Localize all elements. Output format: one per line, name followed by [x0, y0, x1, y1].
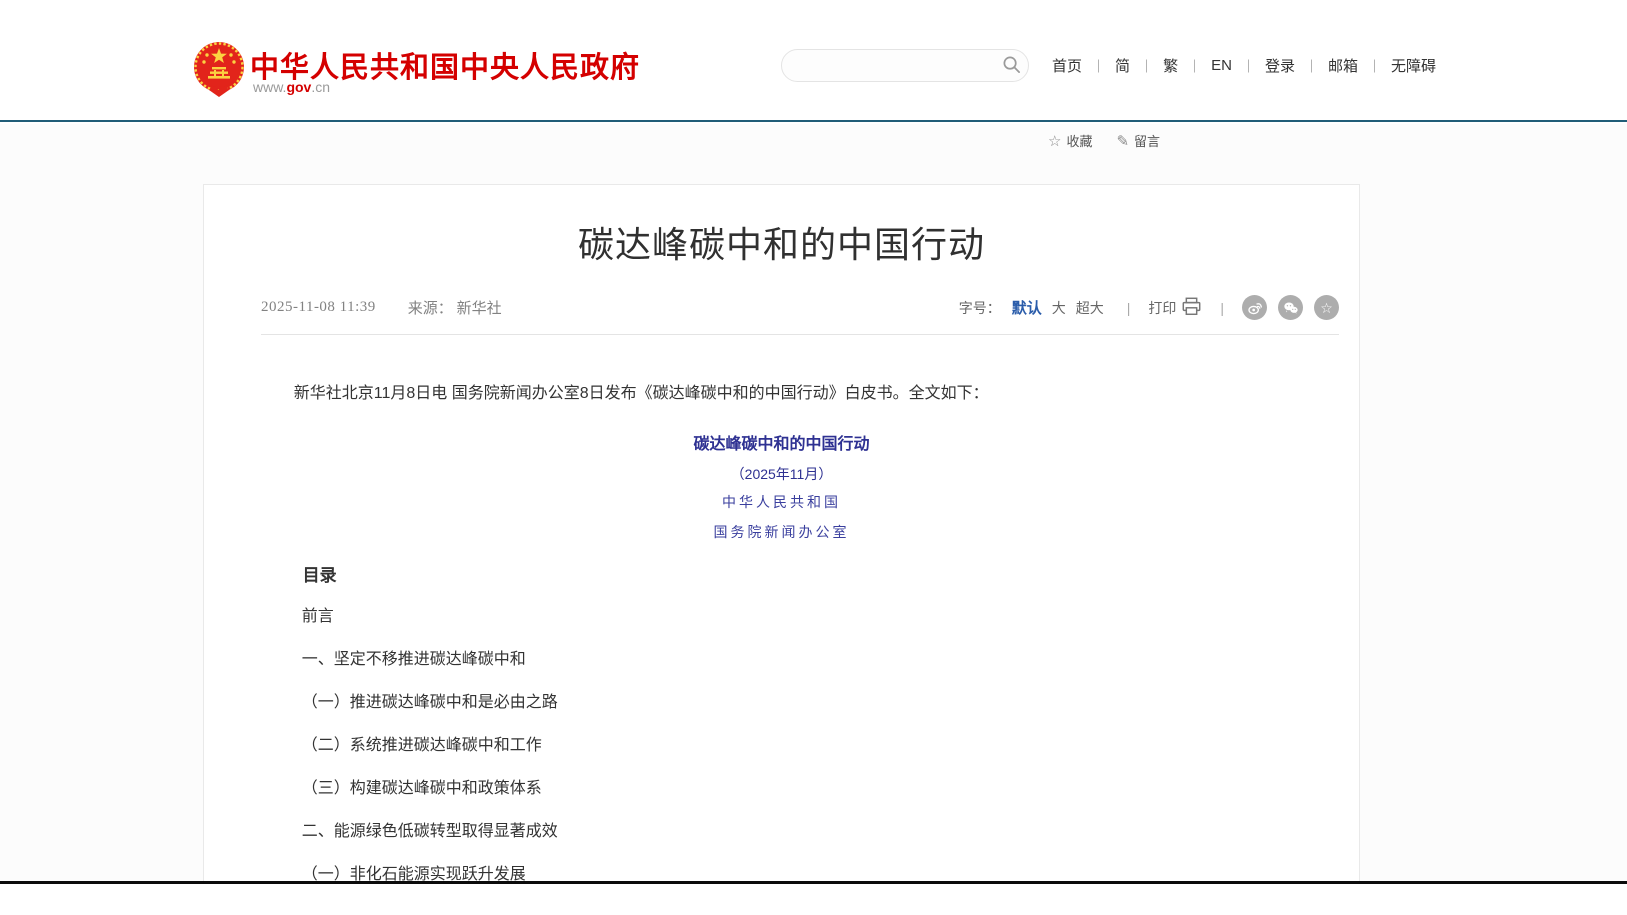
site-url-cn: .cn: [311, 79, 330, 95]
nav-separator: ｜: [1188, 56, 1201, 75]
nav-item-traditional-chinese[interactable]: 繁: [1153, 55, 1188, 76]
source-label: 来源：: [408, 301, 453, 317]
site-url: www.gov.cn: [253, 79, 330, 95]
article-title: 碳达峰碳中和的中国行动: [204, 223, 1359, 267]
favorite-button[interactable]: ☆ 收藏: [1048, 131, 1092, 150]
nav-item-accessibility[interactable]: 无障碍: [1381, 55, 1446, 76]
favorite-share-icon[interactable]: ☆: [1314, 295, 1339, 320]
search-input[interactable]: [782, 58, 994, 74]
lead-paragraph: 新华社北京11月8日电 国务院新闻办公室8日发布《碳达峰碳中和的中国行动》白皮书…: [289, 381, 1274, 407]
nav-item-login[interactable]: 登录: [1255, 55, 1305, 76]
toc-item: 前言: [289, 605, 1274, 629]
document-org-line1: 中华人民共和国: [289, 493, 1274, 515]
nav-item-home[interactable]: 首页: [1042, 55, 1092, 76]
document-date: （2025年11月）: [289, 463, 1274, 485]
nav-item-mail[interactable]: 邮箱: [1318, 55, 1368, 76]
printer-icon: [1181, 297, 1202, 319]
font-size-xlarge-button[interactable]: 超大: [1071, 298, 1109, 318]
site-url-www: www.: [253, 79, 286, 95]
toc-item: 一、坚定不移推进碳达峰碳中和: [289, 648, 1274, 672]
top-nav: 首页｜简｜繁｜EN｜登录｜邮箱｜无障碍: [1042, 55, 1446, 76]
font-size-default-button[interactable]: 默认: [1007, 297, 1047, 318]
comment-button[interactable]: ✎ 留言: [1116, 131, 1160, 150]
star-icon: ☆: [1320, 301, 1333, 315]
article-meta-row: 2025-11-08 11:39 来源： 新华社 字号： 默认 大 超大 | 打…: [261, 295, 1339, 335]
site-header: 中华人民共和国中央人民政府 www.gov.cn 首页｜简｜繁｜EN｜登录｜邮箱…: [0, 0, 1627, 122]
font-size-label: 字号：: [959, 298, 1001, 318]
font-size-large-button[interactable]: 大: [1047, 298, 1071, 318]
site-url-gov: gov: [286, 79, 311, 95]
area-below-viewport: [0, 884, 1627, 915]
viewport-bottom-edge: [0, 881, 1627, 884]
nav-separator: ｜: [1368, 56, 1381, 75]
national-emblem-logo: [192, 40, 246, 98]
print-button[interactable]: 打印: [1148, 297, 1202, 319]
article-meta-left: 2025-11-08 11:39 来源： 新华社: [261, 297, 502, 318]
favorite-star-icon: ☆: [1048, 132, 1061, 150]
article-meta-right: 字号： 默认 大 超大 | 打印 |: [959, 295, 1339, 320]
weibo-share-icon[interactable]: [1242, 295, 1267, 320]
toc-item: 二、能源绿色低碳转型取得显著成效: [289, 820, 1274, 844]
toc-item: （一）推进碳达峰碳中和是必由之路: [289, 691, 1274, 715]
nav-separator: ｜: [1242, 56, 1255, 75]
article-card: 碳达峰碳中和的中国行动 2025-11-08 11:39 来源： 新华社 字号：…: [203, 184, 1360, 882]
document-heading-block: 碳达峰碳中和的中国行动 （2025年11月） 中华人民共和国 国务院新闻办公室: [289, 433, 1274, 545]
toc-heading: 目录: [289, 563, 1274, 589]
page-actions: ☆ 收藏 ✎ 留言: [1048, 131, 1160, 150]
search-button[interactable]: [994, 49, 1028, 82]
comment-pencil-icon: ✎: [1116, 132, 1129, 150]
article-body: 新华社北京11月8日电 国务院新闻办公室8日发布《碳达峰碳中和的中国行动》白皮书…: [204, 381, 1359, 882]
search-icon: [1002, 55, 1021, 77]
toc-list: 前言一、坚定不移推进碳达峰碳中和 （一）推进碳达峰碳中和是必由之路 （二）系统推进碳…: [289, 605, 1274, 882]
toc-item: （二）系统推进碳达峰碳中和工作: [289, 734, 1274, 758]
print-label: 打印: [1148, 298, 1176, 318]
document-org-line2: 国务院新闻办公室: [289, 523, 1274, 545]
meta-separator: |: [1127, 300, 1131, 316]
comment-label: 留言: [1134, 131, 1160, 150]
favorite-label: 收藏: [1066, 131, 1092, 150]
nav-separator: ｜: [1140, 56, 1153, 75]
toc-item: （一）非化石能源实现跃升发展: [289, 863, 1274, 882]
toc-item: （三）构建碳达峰碳中和政策体系: [289, 777, 1274, 801]
nav-item-simplified-chinese[interactable]: 简: [1105, 55, 1140, 76]
search-box: [781, 49, 1029, 82]
wechat-share-icon[interactable]: [1278, 295, 1303, 320]
share-icons: ☆: [1242, 295, 1339, 320]
meta-separator: |: [1220, 300, 1224, 316]
nav-item-english[interactable]: EN: [1201, 57, 1242, 74]
nav-separator: ｜: [1305, 56, 1318, 75]
publish-date: 2025-11-08 11:39: [261, 299, 376, 316]
source-value[interactable]: 新华社: [457, 301, 502, 317]
source: 来源： 新华社: [408, 297, 502, 318]
nav-separator: ｜: [1092, 56, 1105, 75]
document-title: 碳达峰碳中和的中国行动: [289, 433, 1274, 457]
